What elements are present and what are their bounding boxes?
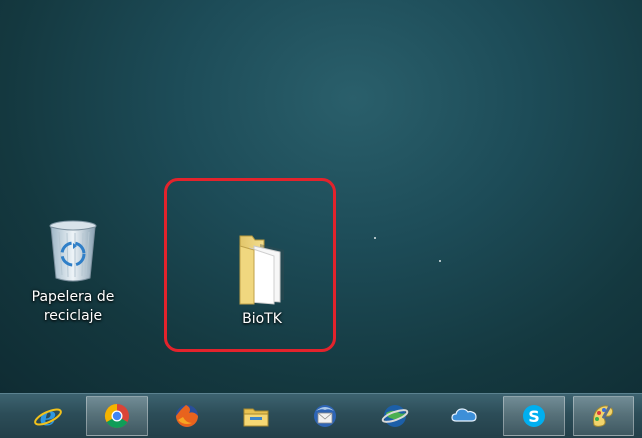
firefox-icon: [175, 405, 198, 427]
internet-explorer-icon: e: [33, 402, 62, 431]
skype-icon: S: [522, 405, 545, 427]
taskbar-button-chrome[interactable]: [86, 396, 148, 436]
svg-text:S: S: [528, 407, 540, 426]
taskbar-button-skype[interactable]: S: [503, 396, 565, 436]
taskbar: e S: [0, 393, 642, 438]
recycle-bin-icon: [49, 220, 97, 282]
taskbar-button-file-explorer[interactable]: [225, 396, 286, 436]
file-explorer-icon: [243, 408, 269, 427]
chrome-icon: [105, 404, 130, 429]
taskbar-button-google-earth[interactable]: [364, 396, 425, 436]
recycle-bin-label-line2: reciclaje: [43, 308, 103, 324]
taskbar-button-firefox[interactable]: [156, 396, 217, 436]
taskbar-button-thunderbird[interactable]: [295, 396, 356, 436]
paint-icon: [593, 405, 614, 427]
taskbar-button-onedrive[interactable]: [434, 396, 495, 436]
desktop: Papelera de reciclaje BioTK: [0, 0, 642, 393]
svg-text:e: e: [39, 402, 56, 431]
desktop-speck: [439, 260, 441, 262]
desktop-speck: [374, 237, 376, 239]
onedrive-icon: [451, 408, 477, 422]
thunderbird-icon: [314, 405, 337, 427]
desktop-icon-recycle-bin[interactable]: Papelera de reciclaje: [23, 218, 123, 326]
highlight-box: [164, 178, 336, 352]
taskbar-button-internet-explorer[interactable]: e: [17, 396, 78, 436]
google-earth-icon: [381, 405, 409, 427]
recycle-bin-label-line1: Papelera de: [31, 289, 115, 305]
taskbar-button-paint[interactable]: [572, 396, 634, 436]
